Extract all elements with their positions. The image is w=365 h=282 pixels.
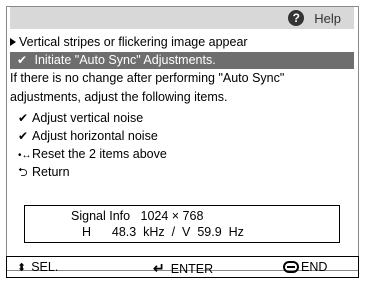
topic-label: Vertical stripes or flickering image app…	[19, 35, 248, 49]
item-label: Return	[32, 165, 70, 179]
help-icon: ?	[288, 10, 305, 26]
item-reset[interactable]: •↔Reset the 2 items above	[18, 146, 167, 164]
pointer-arrow-icon	[10, 38, 16, 46]
checkmark-icon: ✔	[17, 53, 28, 67]
checkmark-icon: ✔	[18, 129, 29, 143]
footer-enter: ↵ ENTER	[153, 260, 213, 277]
signal-info-box: Signal Info 1024 × 768 H 48.3 kHz / V 59…	[24, 205, 340, 243]
footer-select-label: SEL.	[31, 260, 59, 274]
selected-item-auto-sync[interactable]: ✔ Initiate "Auto Sync" Adjustments.	[10, 52, 354, 69]
item-label: Reset the 2 items above	[32, 147, 167, 161]
footer-bar: ⬍ SEL. ↵ ENTER END	[6, 256, 359, 278]
enter-icon: ↵	[153, 260, 165, 276]
help-screen: ? Help Vertical stripes or flickering im…	[0, 0, 365, 282]
help-header[interactable]: ? Help	[288, 7, 354, 29]
instruction-line-2: adjustments, adjust the following items.	[10, 90, 228, 104]
help-bar: ? Help	[10, 7, 354, 29]
item-adjust-vertical-noise[interactable]: ✔ Adjust vertical noise	[18, 110, 143, 126]
footer-select: ⬍ SEL.	[17, 260, 58, 274]
return-icon: ⮌	[18, 165, 28, 179]
signal-info-line-1: Signal Info 1024 × 768	[71, 209, 203, 223]
signal-frequency: H 48.3 kHz / V 59.9 Hz	[82, 225, 244, 239]
selected-item-label: Initiate "Auto Sync" Adjustments.	[34, 53, 216, 67]
item-label: Adjust vertical noise	[32, 111, 144, 125]
item-return[interactable]: ⮌ Return	[18, 164, 70, 180]
instruction-line-1: If there is no change after performing "…	[10, 71, 285, 85]
signal-info-label: Signal Info	[71, 209, 131, 223]
signal-resolution: 1024 × 768	[140, 209, 204, 223]
help-label: Help	[314, 10, 341, 26]
topic-line: Vertical stripes or flickering image app…	[10, 34, 248, 50]
item-adjust-horizontal-noise[interactable]: ✔ Adjust horizontal noise	[18, 128, 158, 144]
footer-end-label: END	[301, 260, 328, 274]
checkmark-icon: ✔	[18, 111, 29, 125]
reset-icon: •↔	[18, 150, 32, 161]
item-label: Adjust horizontal noise	[32, 129, 158, 143]
up-down-icon: ⬍	[17, 261, 27, 274]
footer-enter-label: ENTER	[170, 261, 214, 276]
end-icon	[283, 261, 299, 273]
footer-end: END	[283, 260, 327, 274]
